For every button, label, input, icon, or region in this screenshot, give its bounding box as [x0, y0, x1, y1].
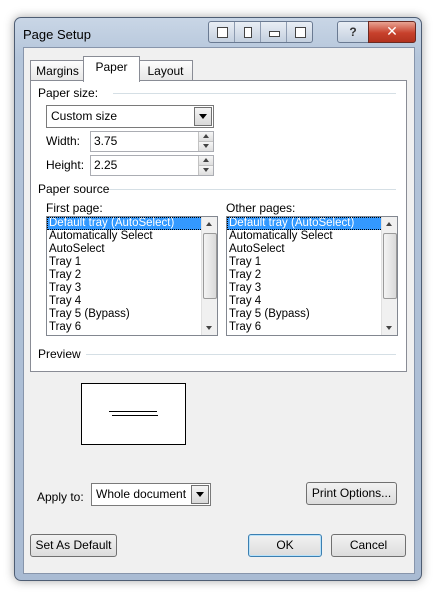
scroll-up-button[interactable] — [202, 217, 217, 231]
list-item[interactable]: Automatically Select — [47, 230, 217, 243]
window-maximize-icon — [295, 27, 306, 38]
paper-size-label: Paper size: — [38, 86, 99, 100]
list-item[interactable]: Tray 6 — [227, 321, 397, 334]
window-restore-icon — [217, 27, 228, 38]
set-as-default-button[interactable]: Set As Default — [30, 534, 117, 557]
window-toolbar-group — [208, 21, 313, 43]
chevron-down-icon — [196, 492, 204, 497]
spin-up-icon — [203, 134, 209, 138]
window-minimize-icon — [269, 31, 280, 37]
window-minimize-button[interactable] — [261, 22, 287, 42]
apply-to-label: Apply to: — [37, 490, 84, 504]
paper-size-divider — [113, 93, 396, 94]
scroll-thumb[interactable] — [383, 233, 397, 299]
help-button[interactable]: ? — [337, 21, 369, 43]
width-decrease-button[interactable] — [198, 141, 213, 151]
spin-down-icon — [203, 144, 209, 148]
cancel-button[interactable]: Cancel — [331, 534, 406, 557]
list-item[interactable]: Default tray (AutoSelect) — [47, 217, 217, 230]
close-icon: ✕ — [386, 23, 398, 39]
window-restore-button[interactable] — [209, 22, 235, 42]
other-pages-label: Other pages: — [226, 201, 296, 215]
window-dock-icon — [244, 27, 252, 38]
tab-margins[interactable]: Margins — [30, 60, 85, 81]
list-item[interactable]: Default tray (AutoSelect) — [227, 217, 397, 230]
close-button[interactable]: ✕ — [368, 21, 416, 43]
width-stepper[interactable]: 3.75 — [90, 131, 214, 152]
first-page-label: First page: — [46, 201, 103, 215]
paper-source-label: Paper source — [38, 182, 110, 196]
preview-divider — [86, 354, 396, 355]
window-dock-button[interactable] — [235, 22, 261, 42]
window-maximize-button[interactable] — [287, 22, 312, 42]
list-item[interactable]: Tray 2 — [47, 269, 217, 282]
list-item[interactable]: AutoSelect — [47, 243, 217, 256]
scroll-down-button[interactable] — [382, 321, 397, 335]
apply-to-value: Whole document — [96, 487, 187, 501]
height-stepper[interactable]: 2.25 — [90, 155, 214, 176]
list-item[interactable]: Tray 1 — [227, 256, 397, 269]
spin-down-icon — [203, 168, 209, 172]
list-item[interactable]: Tray 6 — [47, 321, 217, 334]
list-item[interactable]: Tray 2 — [227, 269, 397, 282]
other-pages-list[interactable]: Default tray (AutoSelect) Automatically S… — [226, 216, 398, 336]
list-item[interactable]: Automatically Select — [227, 230, 397, 243]
scroll-up-icon — [386, 222, 392, 226]
print-options-button[interactable]: Print Options... — [306, 482, 397, 505]
apply-to-select[interactable]: Whole document — [91, 483, 211, 506]
other-pages-scrollbar[interactable] — [381, 217, 397, 335]
chevron-down-icon — [199, 114, 207, 119]
list-item[interactable]: AutoSelect — [227, 243, 397, 256]
tab-panel-paper: Paper size: Custom size Width: 3.75 Heig… — [30, 80, 407, 372]
list-item[interactable]: Tray 5 (Bypass) — [227, 308, 397, 321]
scroll-up-icon — [206, 222, 212, 226]
scroll-down-button[interactable] — [202, 321, 217, 335]
help-icon: ? — [349, 25, 357, 39]
paper-source-divider — [109, 189, 396, 190]
height-increase-button[interactable] — [198, 156, 213, 165]
list-item[interactable]: Tray 4 — [47, 295, 217, 308]
scroll-up-button[interactable] — [382, 217, 397, 231]
width-increase-button[interactable] — [198, 132, 213, 141]
list-item[interactable]: Tray 4 — [227, 295, 397, 308]
scroll-down-icon — [386, 326, 392, 330]
first-page-list[interactable]: Default tray (AutoSelect) Automatically S… — [46, 216, 218, 336]
page-preview — [81, 383, 186, 445]
apply-to-dropdown-button[interactable] — [191, 485, 209, 504]
first-page-scrollbar[interactable] — [201, 217, 217, 335]
width-input[interactable]: 3.75 — [94, 134, 117, 148]
window-title: Page Setup — [23, 27, 91, 42]
height-label: Height: — [46, 158, 85, 172]
paper-size-dropdown-button[interactable] — [194, 107, 212, 126]
spin-up-icon — [203, 158, 209, 162]
width-label: Width: — [46, 134, 81, 148]
list-item[interactable]: Tray 3 — [47, 282, 217, 295]
dialog-client-area: Margins Paper Layout Paper size: Custom … — [23, 47, 415, 574]
paper-size-value: Custom size — [51, 109, 118, 123]
tab-layout[interactable]: Layout — [138, 60, 193, 81]
height-input[interactable]: 2.25 — [94, 158, 117, 172]
ok-button[interactable]: OK — [248, 534, 322, 557]
list-item[interactable]: Tray 3 — [227, 282, 397, 295]
scroll-down-icon — [206, 326, 212, 330]
paper-size-select[interactable]: Custom size — [46, 105, 214, 128]
height-decrease-button[interactable] — [198, 165, 213, 175]
preview-line — [109, 411, 157, 412]
dialog-window: Page Setup ? ✕ Margins Paper Layout Pape… — [14, 17, 422, 581]
preview-label: Preview — [38, 347, 81, 361]
list-item[interactable]: Tray 5 (Bypass) — [47, 308, 217, 321]
list-item[interactable]: Tray 1 — [47, 256, 217, 269]
tab-paper[interactable]: Paper — [83, 56, 140, 82]
preview-line — [112, 415, 158, 416]
scroll-thumb[interactable] — [203, 233, 217, 299]
